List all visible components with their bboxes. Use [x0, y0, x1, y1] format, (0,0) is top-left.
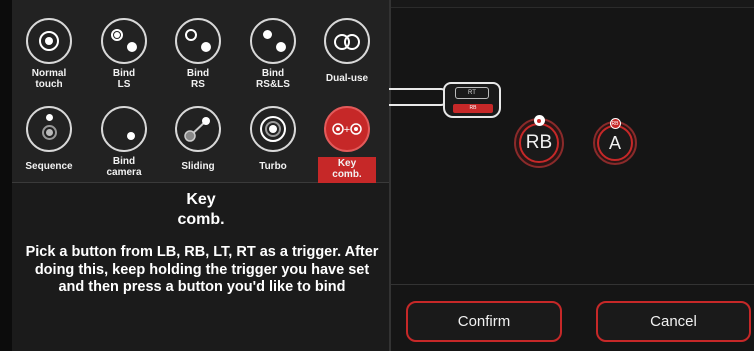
sliding-icon	[175, 106, 221, 152]
trigger-button-label: RB	[519, 123, 559, 163]
cancel-button[interactable]: Cancel	[596, 301, 751, 342]
mode-dual-use[interactable]: Dual-use	[310, 18, 384, 84]
bound-button-a[interactable]: RB A	[593, 118, 637, 165]
mode-bind-rs-ls[interactable]: Bind RS&LS	[236, 18, 310, 90]
anchor-dot-icon	[533, 115, 545, 126]
mode-label: Dual-use	[325, 73, 369, 84]
sequence-icon	[26, 106, 72, 152]
mode-label: Key comb.	[318, 157, 376, 183]
mode-key-comb[interactable]: + Key comb.	[310, 106, 384, 183]
controller-trigger-illustration: RT RB	[389, 82, 503, 122]
top-strip	[391, 0, 754, 8]
preview-panel	[391, 0, 754, 351]
normal-touch-icon	[26, 18, 72, 64]
trigger-button-rb[interactable]: RB	[514, 115, 564, 168]
rb-badge-icon: RB	[609, 118, 621, 129]
turbo-icon	[250, 106, 296, 152]
mode-description-title: Key comb.	[177, 191, 225, 228]
mode-normal-touch[interactable]: Normal touch	[12, 18, 86, 90]
confirm-button[interactable]: Confirm	[406, 301, 562, 342]
bind-rs-ls-icon	[250, 18, 296, 64]
actions-divider	[391, 284, 754, 285]
mode-label: Bind RS	[186, 68, 210, 90]
mode-label: Turbo	[259, 161, 287, 172]
mode-label: Bind camera	[106, 156, 142, 178]
mode-sequence[interactable]: Sequence	[12, 106, 86, 172]
mode-bind-camera[interactable]: Bind camera	[87, 106, 161, 178]
left-edge	[0, 0, 12, 351]
rb-label: RB	[453, 104, 493, 113]
mode-label: Normal touch	[31, 68, 67, 90]
mode-bind-rs[interactable]: Bind RS	[161, 18, 235, 90]
mode-label: Bind RS&LS	[256, 68, 290, 90]
mode-label: Sliding	[181, 161, 215, 172]
mode-bind-ls[interactable]: Bind LS	[87, 18, 161, 90]
key-comb-icon: +	[324, 106, 370, 152]
panel-divider	[389, 0, 391, 351]
bound-button-label: A	[597, 125, 633, 161]
bind-camera-icon	[101, 106, 147, 152]
mode-label: Sequence	[25, 161, 73, 172]
controller-shoulder: RT RB	[443, 82, 501, 118]
controller-outline	[389, 88, 447, 106]
mode-turbo[interactable]: Turbo	[236, 106, 310, 172]
bind-rs-icon	[175, 18, 221, 64]
mode-label: Bind LS	[112, 68, 136, 90]
mode-sliding[interactable]: Sliding	[161, 106, 235, 172]
rt-label: RT	[455, 87, 489, 99]
mode-description-text: Pick a button from LB, RB, LT, RT as a t…	[25, 244, 379, 295]
dual-use-icon	[324, 18, 370, 64]
svg-text:+: +	[344, 124, 350, 136]
bind-ls-icon	[101, 18, 147, 64]
